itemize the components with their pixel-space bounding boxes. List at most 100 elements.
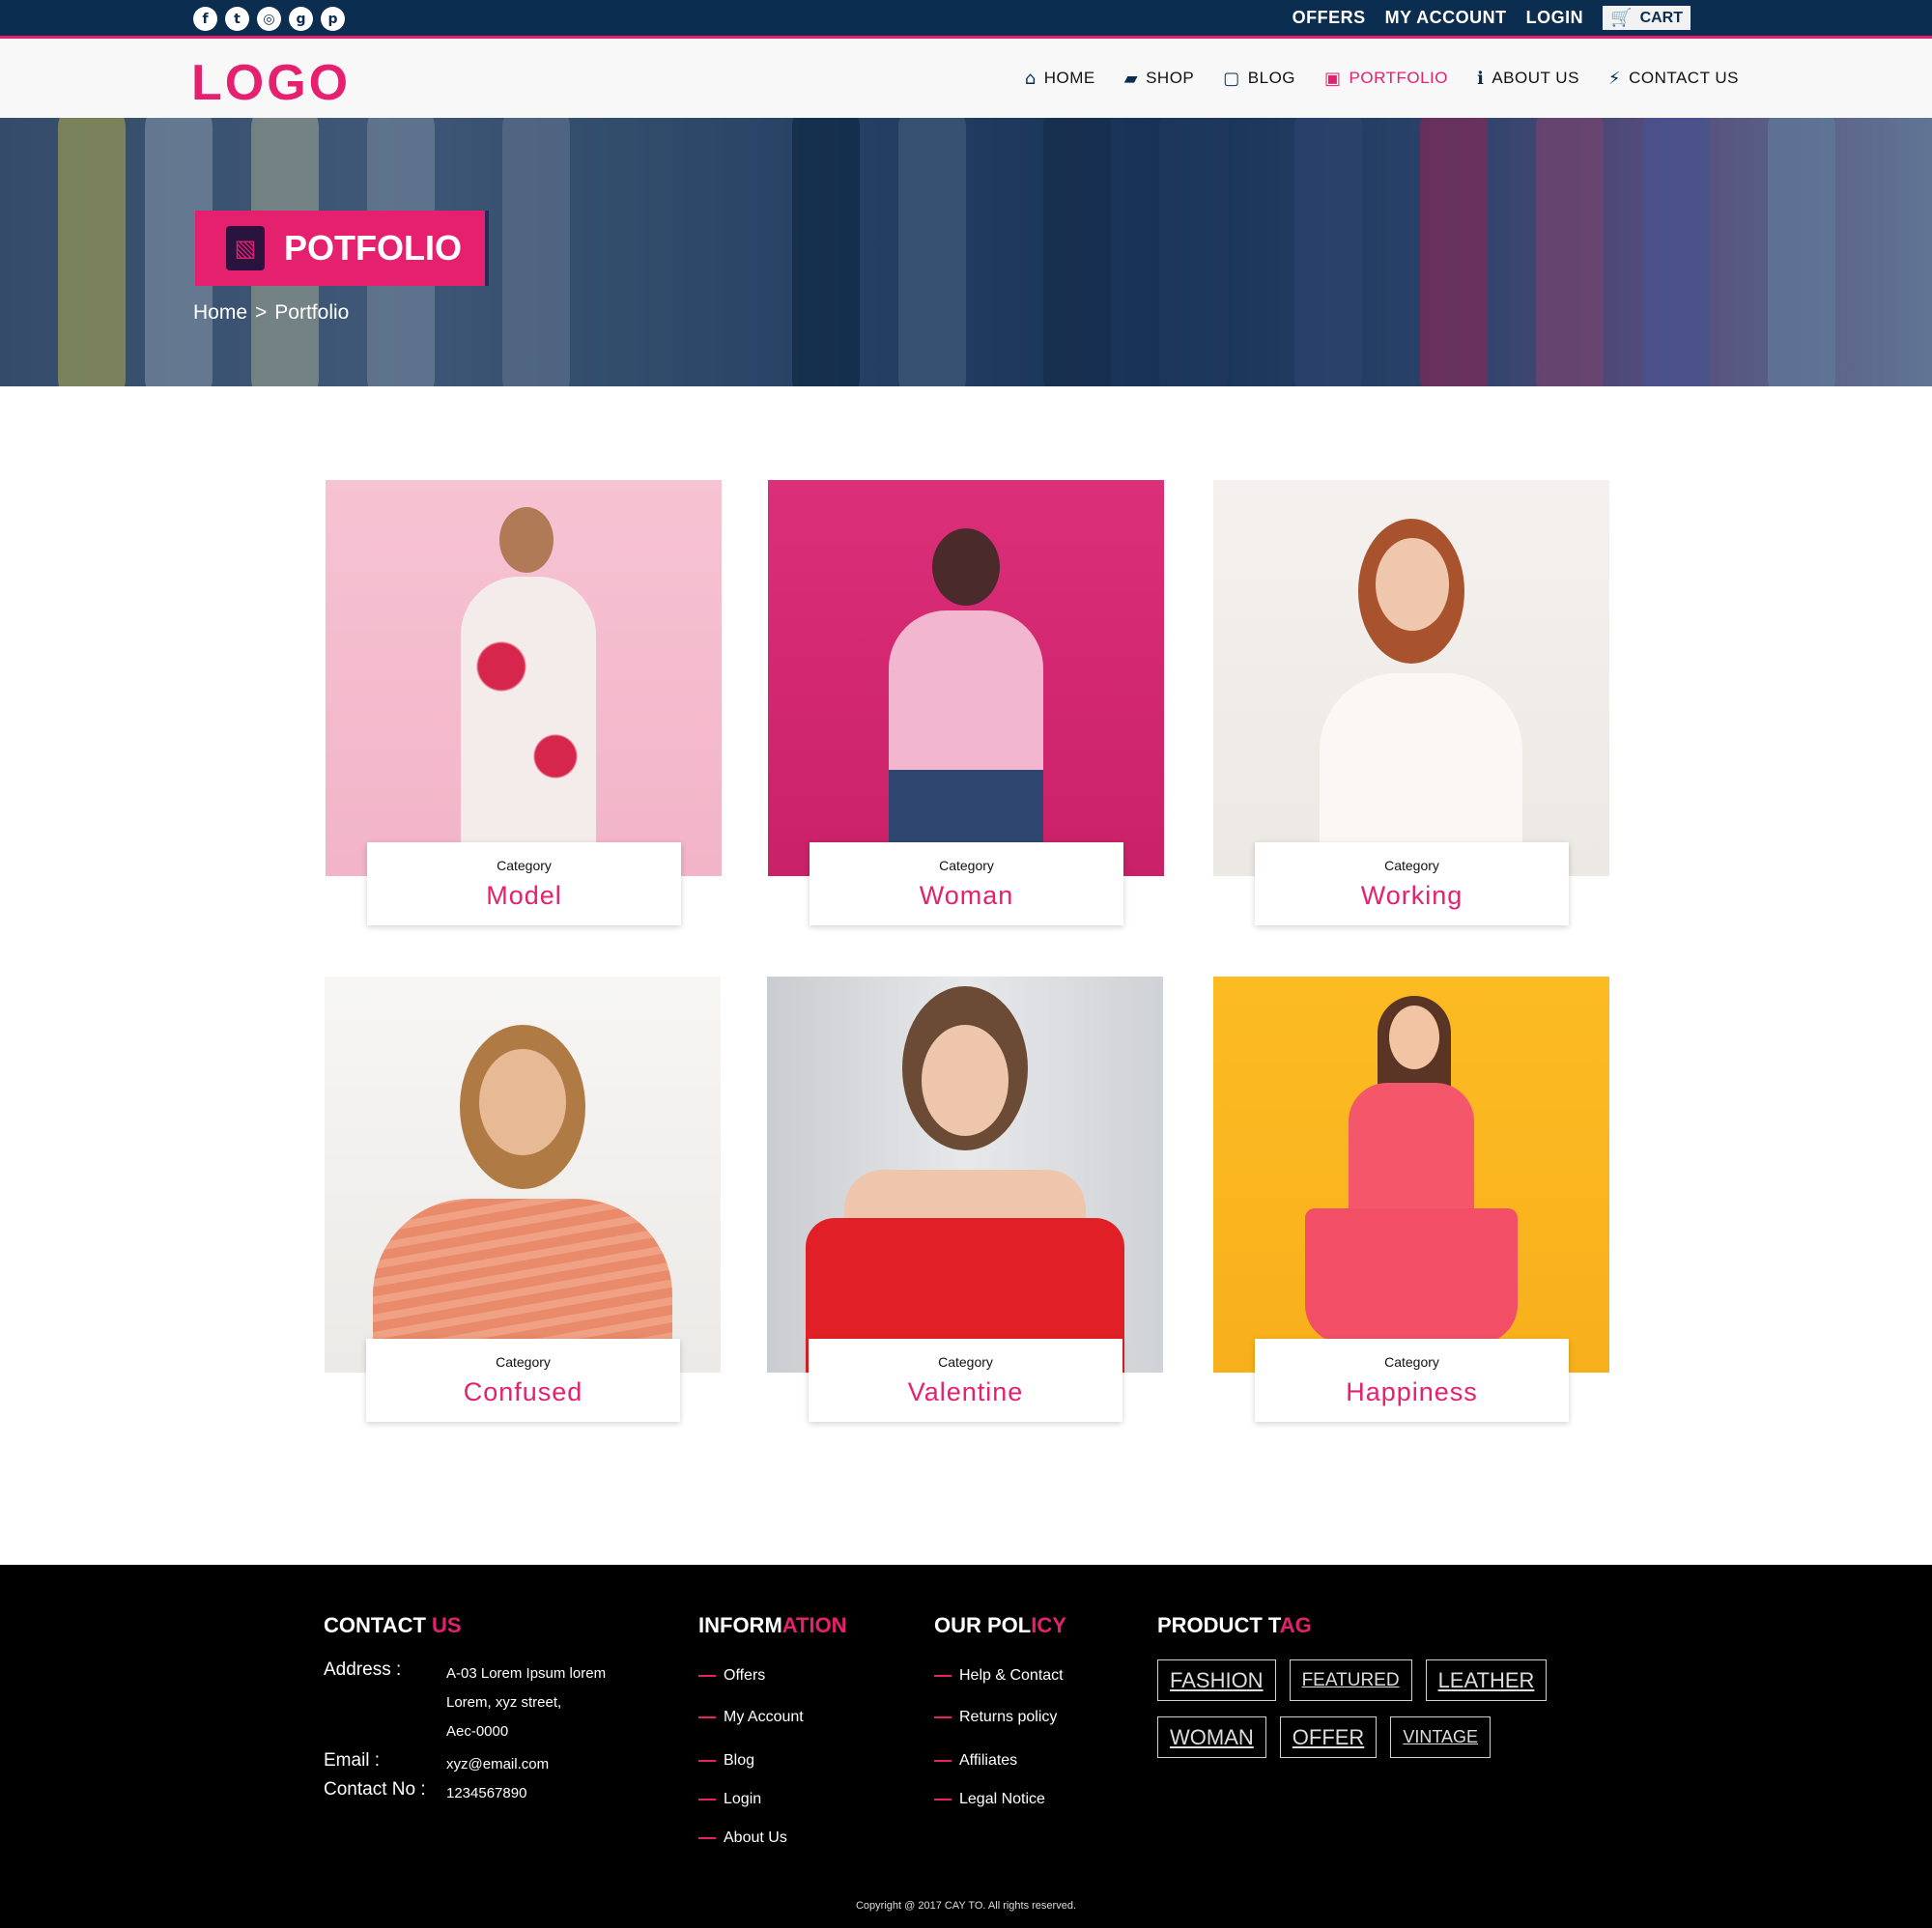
- portfolio-item-model[interactable]: Category Model: [326, 480, 722, 925]
- dash-icon: [934, 1799, 952, 1800]
- portfolio-category-label: Category: [938, 1354, 993, 1370]
- portfolio-title[interactable]: Model: [367, 881, 681, 911]
- nav-about-label: ABOUT US: [1492, 69, 1579, 87]
- nav-shop-label: SHOP: [1146, 69, 1195, 87]
- model-figure: [1376, 538, 1449, 631]
- cart-button[interactable]: 🛒 CART: [1603, 6, 1690, 30]
- breadcrumb: Home > Portfolio: [193, 301, 349, 325]
- model-figure: [922, 1025, 1009, 1136]
- portfolio-caption: Category Confused: [366, 1339, 680, 1422]
- nav-about-us[interactable]: ℹ ABOUT US: [1477, 69, 1579, 89]
- facebook-icon[interactable]: f: [193, 7, 217, 31]
- portfolio-title[interactable]: Woman: [810, 881, 1123, 911]
- portfolio-title[interactable]: Working: [1255, 881, 1569, 911]
- footer-link-about-us[interactable]: About Us: [698, 1819, 804, 1857]
- footer-link-offers[interactable]: Offers: [698, 1657, 804, 1695]
- footer-link-help-contact[interactable]: Help & Contact: [934, 1657, 1064, 1695]
- login-link[interactable]: LOGIN: [1526, 8, 1584, 28]
- portfolio-image: [768, 480, 1164, 876]
- breadcrumb-home[interactable]: Home: [193, 301, 247, 325]
- dash-icon: [934, 1675, 952, 1677]
- tag-offer[interactable]: OFFER: [1279, 1716, 1378, 1758]
- nav-contact-us[interactable]: ⚡ CONTACT US: [1608, 69, 1739, 89]
- twitter-icon[interactable]: t: [225, 7, 249, 31]
- dash-icon: [698, 1675, 716, 1677]
- cart-icon: 🛒: [1610, 8, 1633, 28]
- footer-information-heading: INFORMATION: [698, 1613, 847, 1638]
- email-value[interactable]: xyz@email.com: [446, 1750, 549, 1779]
- portfolio-caption: Category Woman: [810, 842, 1123, 925]
- plug-icon: ⚡: [1607, 68, 1622, 89]
- model-figure: [499, 507, 554, 573]
- tag-leather[interactable]: LEATHER: [1425, 1659, 1548, 1701]
- tag-fashion[interactable]: FASHION: [1157, 1659, 1276, 1701]
- footer-link-label: About Us: [724, 1829, 787, 1846]
- top-links: OFFERS MY ACCOUNT LOGIN 🛒 CART: [1293, 0, 1690, 36]
- image-file-icon: ▧: [226, 226, 265, 270]
- portfolio-category-label: Category: [939, 858, 994, 873]
- footer-link-affiliates[interactable]: Affiliates: [934, 1742, 1064, 1780]
- page-title-badge: ▧ POTFOLIO: [195, 211, 489, 286]
- footer-link-label: Returns policy: [959, 1709, 1058, 1725]
- nav-home-label: HOME: [1043, 69, 1095, 87]
- site-footer: CONTACT US Address : A-03 Lorem Ipsum lo…: [0, 1565, 1932, 1928]
- nav-home[interactable]: ⌂ HOME: [1025, 69, 1095, 89]
- model-figure: [461, 577, 596, 876]
- dash-icon: [934, 1760, 952, 1762]
- google-plus-icon[interactable]: g: [289, 7, 313, 31]
- page-title: POTFOLIO: [284, 228, 462, 268]
- my-account-link[interactable]: MY ACCOUNT: [1385, 8, 1507, 28]
- footer-information-list: Offers My Account Blog Login About Us: [698, 1657, 804, 1857]
- footer-link-my-account[interactable]: My Account: [698, 1698, 804, 1737]
- tag-vintage[interactable]: VINTAGE: [1390, 1716, 1492, 1758]
- contact-heading-accent: US: [432, 1613, 462, 1637]
- portfolio-item-valentine[interactable]: Category Valentine: [767, 977, 1163, 1422]
- address-line: A-03 Lorem Ipsum lorem: [446, 1665, 607, 1682]
- nav-contact-label: CONTACT US: [1629, 69, 1739, 87]
- breadcrumb-separator: >: [255, 301, 268, 324]
- portfolio-caption: Category Working: [1255, 842, 1569, 925]
- portfolio-title[interactable]: Confused: [366, 1377, 680, 1407]
- nav-shop[interactable]: ▰ SHOP: [1124, 69, 1195, 89]
- address-line: Aec-0000: [446, 1723, 509, 1740]
- phone-value[interactable]: 1234567890: [446, 1779, 526, 1808]
- portfolio-item-working[interactable]: Category Working: [1213, 480, 1609, 925]
- instagram-icon[interactable]: ◎: [257, 7, 281, 31]
- pinterest-icon[interactable]: p: [321, 7, 345, 31]
- social-links: f t ◎ g p: [193, 7, 345, 31]
- model-figure: [1389, 1006, 1439, 1069]
- portfolio-category-label: Category: [1384, 1354, 1439, 1370]
- portfolio-item-happiness[interactable]: Category Happiness: [1213, 977, 1609, 1422]
- policy-heading-accent: ICY: [1031, 1613, 1066, 1637]
- offers-link[interactable]: OFFERS: [1293, 8, 1366, 28]
- model-figure: [932, 528, 1000, 606]
- footer-link-login[interactable]: Login: [698, 1780, 804, 1819]
- portfolio-item-confused[interactable]: Category Confused: [325, 977, 721, 1422]
- portfolio-title[interactable]: Happiness: [1255, 1377, 1569, 1407]
- footer-link-legal[interactable]: Legal Notice: [934, 1780, 1064, 1819]
- logo[interactable]: LOGO: [191, 54, 351, 112]
- tag-featured[interactable]: FEATURED: [1289, 1659, 1412, 1701]
- portfolio-category-label: Category: [1384, 858, 1439, 873]
- footer-policy-list: Help & Contact Returns policy Affiliates…: [934, 1657, 1064, 1819]
- portfolio-image: [767, 977, 1163, 1373]
- portfolio-caption: Category Valentine: [809, 1339, 1122, 1422]
- shopping-bag-icon: ▰: [1123, 68, 1139, 89]
- nav-blog[interactable]: ▢ BLOG: [1223, 69, 1295, 89]
- model-figure: [479, 1049, 566, 1155]
- information-heading-accent: ATION: [781, 1613, 847, 1637]
- footer-link-returns[interactable]: Returns policy: [934, 1698, 1064, 1737]
- nav-portfolio[interactable]: ▣ PORTFOLIO: [1324, 69, 1448, 89]
- portfolio-title[interactable]: Valentine: [809, 1377, 1122, 1407]
- footer-link-label: Blog: [724, 1752, 755, 1769]
- breadcrumb-current: Portfolio: [274, 301, 350, 324]
- footer-link-blog[interactable]: Blog: [698, 1742, 804, 1780]
- page-hero-banner: ▧ POTFOLIO Home > Portfolio: [0, 118, 1932, 386]
- portfolio-item-woman[interactable]: Category Woman: [768, 480, 1164, 925]
- footer-contact-details: Address : A-03 Lorem Ipsum lorem Lorem, …: [324, 1659, 606, 1808]
- home-icon: ⌂: [1024, 68, 1037, 89]
- tag-woman[interactable]: WOMAN: [1157, 1716, 1266, 1758]
- portfolio-caption: Category Model: [367, 842, 681, 925]
- dash-icon: [698, 1716, 716, 1718]
- cart-label: CART: [1639, 9, 1683, 26]
